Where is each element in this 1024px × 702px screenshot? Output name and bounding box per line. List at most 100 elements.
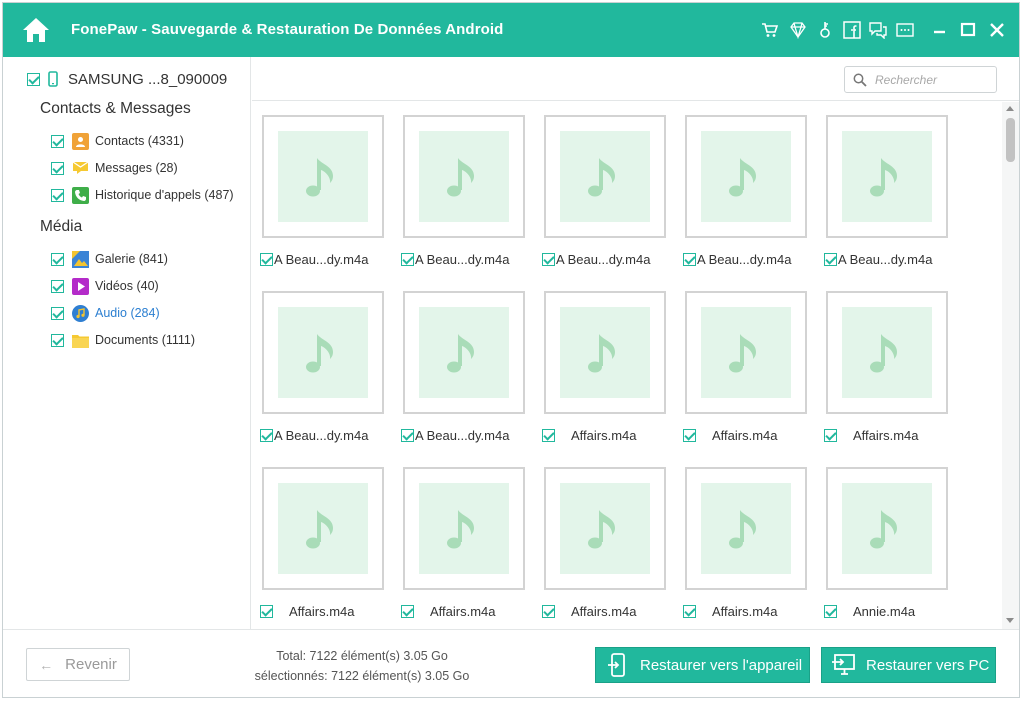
file-checkbox[interactable] [542, 604, 555, 618]
file-tile[interactable]: A Beau...dy.m4a [260, 291, 384, 443]
restore-to-pc-button[interactable]: Restaurer vers PC [821, 647, 996, 683]
file-thumbnail[interactable] [262, 467, 384, 590]
file-caption: Affairs.m4a [260, 603, 390, 619]
documents-checkbox[interactable] [51, 333, 64, 347]
scroll-down-arrow-icon[interactable] [1006, 618, 1014, 623]
file-thumbnail[interactable] [685, 291, 807, 414]
contacts-checkbox[interactable] [51, 134, 64, 148]
sidebar-item-label: Audio (284) [95, 306, 160, 320]
home-icon[interactable] [21, 15, 51, 45]
file-thumbnail[interactable] [685, 115, 807, 238]
cart-icon[interactable] [761, 21, 779, 39]
maximize-icon[interactable] [959, 21, 977, 39]
feedback-icon[interactable] [869, 21, 887, 40]
file-checkbox[interactable] [683, 604, 696, 618]
videos-icon [72, 277, 89, 295]
file-thumbnail[interactable] [403, 467, 525, 590]
minimize-icon[interactable] [931, 21, 949, 39]
file-tile[interactable]: Affairs.m4a [683, 291, 807, 443]
file-tile[interactable]: Affairs.m4a [683, 467, 807, 619]
sidebar-item-gallery[interactable]: Galerie (841) [51, 250, 168, 268]
file-caption: Affairs.m4a [683, 603, 813, 619]
sidebar-item-call-history[interactable]: Historique d'appels (487) [51, 186, 234, 204]
file-checkbox[interactable] [824, 428, 837, 442]
music-note-icon [701, 131, 791, 222]
diamond-icon[interactable] [789, 21, 807, 40]
music-note-icon [278, 131, 368, 222]
sidebar-item-audio[interactable]: Audio (284) [51, 304, 160, 322]
file-checkbox[interactable] [401, 252, 414, 266]
file-checkbox[interactable] [683, 252, 696, 266]
file-thumbnail[interactable] [826, 467, 948, 590]
file-checkbox[interactable] [260, 252, 273, 266]
file-caption: A Beau...dy.m4a [401, 427, 531, 443]
videos-checkbox[interactable] [51, 279, 64, 293]
file-tile[interactable]: Affairs.m4a [542, 467, 666, 619]
device-row[interactable]: SAMSUNG ...8_090009 [27, 69, 227, 89]
file-tile[interactable]: A Beau...dy.m4a [401, 291, 525, 443]
back-button[interactable]: ← Revenir [26, 648, 130, 681]
messages-checkbox[interactable] [51, 161, 64, 175]
file-thumbnail[interactable] [262, 291, 384, 414]
file-thumbnail[interactable] [544, 291, 666, 414]
sidebar-item-contacts[interactable]: Contacts (4331) [51, 132, 184, 150]
search-icon [853, 73, 867, 92]
close-icon[interactable] [988, 21, 1006, 39]
gallery-checkbox[interactable] [51, 252, 64, 266]
file-thumbnail[interactable] [544, 115, 666, 238]
menu-icon[interactable] [896, 21, 914, 39]
file-caption: Affairs.m4a [824, 427, 954, 443]
file-name: A Beau...dy.m4a [415, 427, 510, 443]
file-tile[interactable]: A Beau...dy.m4a [260, 115, 384, 267]
file-checkbox[interactable] [683, 428, 696, 442]
file-checkbox[interactable] [824, 604, 837, 618]
back-arrow-icon: ← [39, 656, 54, 673]
search-box[interactable] [844, 66, 997, 93]
key-icon[interactable] [816, 21, 834, 39]
file-name: Affairs.m4a [289, 603, 355, 619]
file-checkbox[interactable] [542, 428, 555, 442]
file-tile[interactable]: A Beau...dy.m4a [824, 115, 948, 267]
file-checkbox[interactable] [260, 604, 273, 618]
file-checkbox[interactable] [824, 252, 837, 266]
search-input[interactable] [875, 71, 990, 89]
phone-restore-icon [606, 653, 630, 677]
file-checkbox[interactable] [401, 428, 414, 442]
restore-to-device-button[interactable]: Restaurer vers l'appareil [595, 647, 810, 683]
sidebar-item-videos[interactable]: Vidéos (40) [51, 277, 159, 295]
sidebar-item-documents[interactable]: Documents (1111) [51, 331, 195, 349]
file-tile[interactable]: A Beau...dy.m4a [401, 115, 525, 267]
scroll-thumb[interactable] [1006, 118, 1015, 162]
sidebar-item-label: Messages (28) [95, 161, 178, 175]
file-tile[interactable]: Affairs.m4a [542, 291, 666, 443]
file-caption: Affairs.m4a [401, 603, 531, 619]
vertical-scrollbar[interactable] [1002, 102, 1019, 629]
file-tile[interactable]: Affairs.m4a [260, 467, 384, 619]
file-thumbnail[interactable] [826, 291, 948, 414]
scroll-up-arrow-icon[interactable] [1006, 106, 1014, 111]
device-checkbox[interactable] [27, 72, 40, 86]
file-tile[interactable]: Affairs.m4a [824, 291, 948, 443]
file-checkbox[interactable] [260, 428, 273, 442]
file-tile[interactable]: Annie.m4a [824, 467, 948, 619]
file-tile[interactable]: A Beau...dy.m4a [683, 115, 807, 267]
file-tile[interactable]: A Beau...dy.m4a [542, 115, 666, 267]
audio-checkbox[interactable] [51, 306, 64, 320]
sidebar-item-messages[interactable]: Messages (28) [51, 159, 178, 177]
facebook-icon[interactable] [843, 21, 861, 39]
file-tile[interactable]: Affairs.m4a [401, 467, 525, 619]
file-checkbox[interactable] [542, 252, 555, 266]
file-thumbnail[interactable] [685, 467, 807, 590]
call-history-checkbox[interactable] [51, 188, 64, 202]
file-thumbnail[interactable] [826, 115, 948, 238]
file-name: Affairs.m4a [712, 427, 778, 443]
file-name: A Beau...dy.m4a [556, 251, 651, 267]
section-title-contacts-messages: Contacts & Messages [40, 100, 191, 117]
file-thumbnail[interactable] [262, 115, 384, 238]
file-thumbnail[interactable] [544, 467, 666, 590]
music-note-icon [842, 131, 932, 222]
file-thumbnail[interactable] [403, 115, 525, 238]
file-thumbnail[interactable] [403, 291, 525, 414]
file-checkbox[interactable] [401, 604, 414, 618]
selected-text: sélectionnés: 7122 élément(s) 3.05 Go [254, 669, 470, 683]
